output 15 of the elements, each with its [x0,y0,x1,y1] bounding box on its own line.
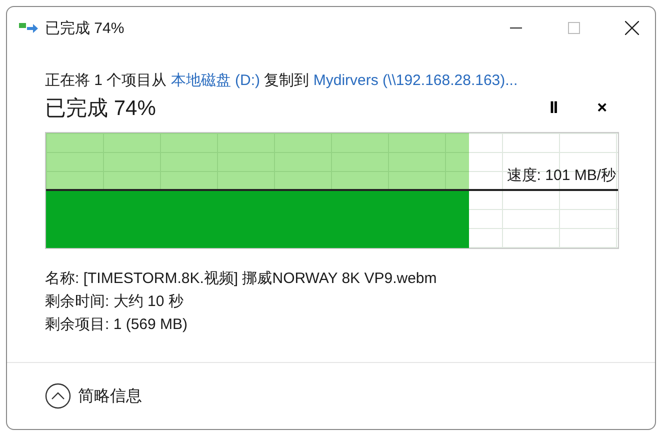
detail-text: 名称: [TIMESTORM.8K.视频] 挪威NORWAY 8K VP9.webm [45,269,438,289]
details-toggle[interactable]: 简略信息 [45,383,142,409]
copy-icon [19,21,39,35]
destination-link[interactable]: Mydirvers (\\192.168.28.163)... [313,72,518,89]
close-icon [625,21,639,35]
window-title: 已完成 74% [45,18,124,38]
speed-label: 速度: 101 MB/秒 [506,166,616,185]
detail-text: 剩余项目: 1 (569 MB) [45,315,189,335]
detail-text: 剩余时间: 大约 10 秒 [45,292,184,312]
progress-status: 已完成 74% [45,96,156,122]
copy-description: 正在将 1 个项目从 本地磁盘 (D:) 复制到 Mydirvers (\\192.168.28.163)... [45,71,519,90]
source-link[interactable]: 本地磁盘 (D:) [170,72,260,89]
pause-button[interactable]: II [544,98,564,118]
maximize-icon [568,22,580,34]
cancel-button[interactable]: × [591,98,613,118]
